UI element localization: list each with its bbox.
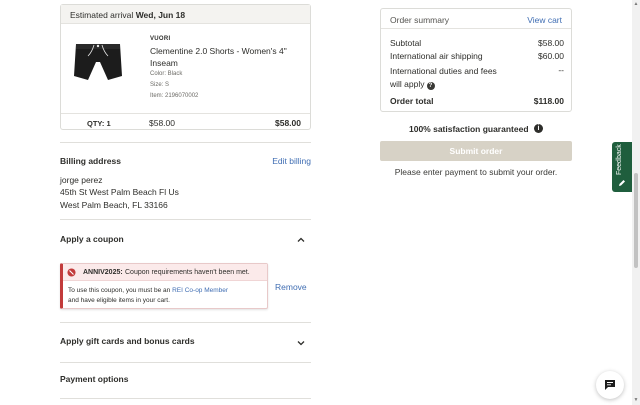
- quantity-row: QTY: 1 $58.00 $58.00: [61, 113, 310, 131]
- pencil-icon: [619, 180, 625, 186]
- gift-cards-title[interactable]: Apply gift cards and bonus cards: [60, 336, 195, 346]
- shipping-row: International air shipping $60.00: [390, 51, 564, 63]
- scrollbar[interactable]: ▲ ▼: [632, 0, 640, 405]
- order-summary-title: Order summary: [390, 15, 450, 25]
- rei-member-link[interactable]: REI Co-op Member: [172, 287, 228, 294]
- line-total: $58.00: [275, 118, 301, 128]
- divider: [60, 219, 311, 220]
- edit-billing-link[interactable]: Edit billing: [272, 156, 311, 166]
- subtotal-label: Subtotal: [390, 38, 422, 48]
- payment-options-title: Payment options: [60, 374, 129, 384]
- chat-button[interactable]: [596, 371, 624, 399]
- duties-label: International duties and fees will apply…: [390, 65, 497, 91]
- product-item-number: Item: 2196070002: [150, 93, 199, 99]
- help-icon[interactable]: ?: [426, 82, 435, 90]
- quantity: QTY: 1: [87, 119, 111, 128]
- scroll-up-icon[interactable]: ▲: [633, 1, 639, 7]
- coupon-error-header: ANNIV2025: Coupon requirements haven't b…: [63, 264, 267, 281]
- shipment-card: Estimated arrival Wed, Jun 18 VUORI Clem…: [60, 4, 311, 130]
- submit-note: Please enter payment to submit your orde…: [394, 167, 558, 177]
- shipping-label: International air shipping: [390, 51, 483, 61]
- product-image[interactable]: [70, 36, 126, 86]
- coupon-error-detail: To use this coupon, you must be an REI C…: [68, 286, 268, 306]
- error-icon: [67, 268, 76, 277]
- divider: [60, 362, 311, 363]
- subtotal-value: $58.00: [538, 38, 564, 48]
- product-color: Color: Black: [150, 71, 183, 77]
- view-cart-link[interactable]: View cart: [527, 15, 562, 25]
- duties-row: International duties and fees will apply…: [390, 65, 564, 91]
- coupon-title[interactable]: Apply a coupon: [60, 234, 124, 244]
- order-summary: Order summary View cart Subtotal $58.00 …: [380, 8, 572, 112]
- scrollbar-thumb[interactable]: [634, 173, 638, 268]
- coupon-detail-text: To use this coupon, you must be an: [68, 287, 171, 294]
- arrival-date: Wed, Jun 18: [135, 10, 186, 20]
- product-brand: VUORI: [150, 36, 171, 42]
- remove-coupon-link[interactable]: Remove: [275, 282, 307, 292]
- arrival-label: Estimated arrival: [70, 10, 134, 20]
- divider: [60, 142, 311, 143]
- chevron-down-icon[interactable]: [297, 339, 305, 347]
- product-name[interactable]: Clementine 2.0 Shorts - Women's 4" Insea…: [150, 45, 306, 69]
- chevron-up-icon[interactable]: [297, 236, 305, 244]
- duties-label-line2: will apply: [390, 79, 425, 89]
- shipping-value: $60.00: [538, 51, 564, 61]
- coupon-code: ANNIV2025:: [83, 269, 123, 276]
- subtotal-row: Subtotal $58.00: [390, 38, 564, 50]
- order-summary-header: Order summary View cart: [381, 9, 571, 29]
- satisfaction-guarantee: 100% satisfaction guaranteed: [409, 124, 529, 134]
- unit-price: $58.00: [149, 118, 175, 128]
- total-row: Order total $118.00: [390, 96, 564, 108]
- billing-name: jorge perez: [60, 175, 103, 185]
- product-size: Size: S: [150, 82, 170, 88]
- billing-line1: 45th St West Palm Beach Fl Us: [60, 187, 179, 197]
- coupon-error-alert: ANNIV2025: Coupon requirements haven't b…: [60, 263, 268, 309]
- submit-order-button[interactable]: Submit order: [380, 141, 572, 161]
- info-icon[interactable]: i: [534, 124, 543, 133]
- feedback-label: Feedback: [616, 144, 623, 175]
- billing-line2: West Palm Beach, FL 33166: [60, 200, 168, 210]
- total-value: $118.00: [533, 96, 564, 106]
- divider: [60, 398, 311, 399]
- scroll-down-icon[interactable]: ▼: [633, 397, 639, 403]
- chat-icon: [605, 380, 615, 390]
- duties-label-line1: International duties and fees: [390, 66, 497, 76]
- divider: [60, 322, 311, 323]
- total-label: Order total: [390, 96, 434, 106]
- coupon-detail-text-2: and have eligible items in your cart.: [68, 297, 170, 304]
- estimated-arrival: Estimated arrival Wed, Jun 18: [61, 5, 310, 24]
- coupon-error-message: Coupon requirements haven't been met.: [125, 269, 250, 276]
- duties-value: --: [558, 65, 564, 75]
- billing-title: Billing address: [60, 156, 121, 166]
- feedback-tab[interactable]: Feedback: [612, 142, 632, 192]
